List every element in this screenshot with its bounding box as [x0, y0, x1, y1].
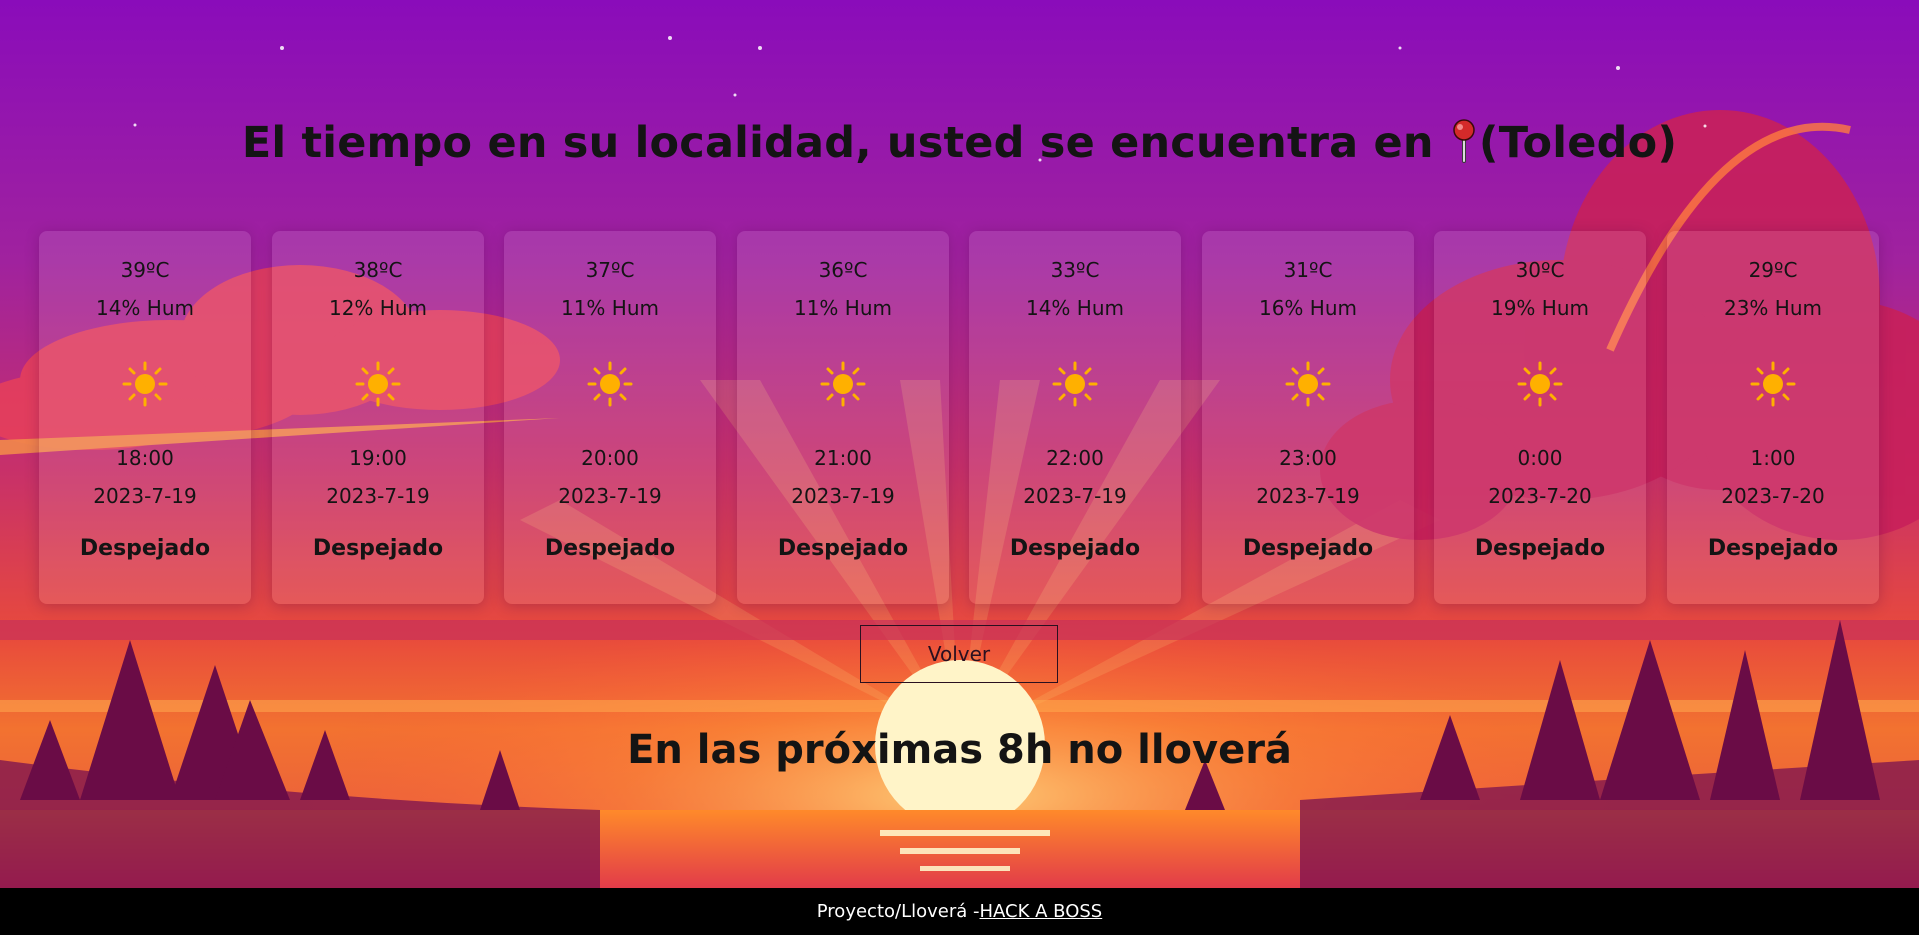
- sun-icon: [122, 361, 168, 407]
- humidity: 11% Hum: [793, 296, 892, 320]
- sun-icon: [1517, 361, 1563, 407]
- humidity: 16% Hum: [1258, 296, 1357, 320]
- rain-forecast-message: En las próximas 8h no lloverá: [627, 727, 1292, 773]
- weather-condition: Despejado: [1009, 536, 1141, 561]
- sun-icon: [1285, 361, 1331, 407]
- footer: Proyecto/Lloverá -HACK A BOSS: [0, 888, 1919, 935]
- forecast-date: 2023-7-19: [791, 484, 895, 508]
- forecast-card: 37ºC 11% Hum 20:00 2023-7-19 Despejado: [504, 231, 716, 604]
- sun-icon: [820, 361, 866, 407]
- temperature: 31ºC: [1283, 258, 1333, 282]
- title-text: El tiempo en su localidad, usted se encu…: [241, 118, 1434, 168]
- forecast-date: 2023-7-19: [1256, 484, 1360, 508]
- temperature: 30ºC: [1515, 258, 1565, 282]
- temperature: 39ºC: [120, 258, 170, 282]
- page-title: El tiempo en su localidad, usted se encu…: [0, 118, 1919, 168]
- forecast-card: 30ºC 19% Hum 0:00 2023-7-20 Despejado: [1434, 231, 1646, 604]
- forecast-date: 2023-7-20: [1488, 484, 1592, 508]
- forecast-time: 21:00: [814, 446, 872, 470]
- forecast-time: 0:00: [1517, 446, 1563, 470]
- humidity: 12% Hum: [328, 296, 427, 320]
- forecast-card: 31ºC 16% Hum 23:00 2023-7-19 Despejado: [1202, 231, 1414, 604]
- weather-condition: Despejado: [1242, 536, 1374, 561]
- weather-condition: Despejado: [312, 536, 444, 561]
- footer-text: Proyecto/Lloverá -: [816, 901, 980, 922]
- forecast-card: 36ºC 11% Hum 21:00 2023-7-19 Despejado: [737, 231, 949, 604]
- temperature: 37ºC: [585, 258, 635, 282]
- weather-condition: Despejado: [544, 536, 676, 561]
- sun-icon: [587, 361, 633, 407]
- forecast-card: 38ºC 12% Hum 19:00 2023-7-19 Despejado: [272, 231, 484, 604]
- forecast-date: 2023-7-19: [558, 484, 662, 508]
- temperature: 33ºC: [1050, 258, 1100, 282]
- humidity: 14% Hum: [95, 296, 194, 320]
- humidity: 14% Hum: [1025, 296, 1124, 320]
- location-label: (Toledo): [1478, 118, 1678, 168]
- forecast-list: 39ºC 14% Hum 18:00 2023-7-19 Despejado 3…: [39, 231, 1879, 604]
- forecast-date: 2023-7-19: [1023, 484, 1127, 508]
- humidity: 19% Hum: [1490, 296, 1589, 320]
- sun-icon: [1052, 361, 1098, 407]
- forecast-card: 39ºC 14% Hum 18:00 2023-7-19 Despejado: [39, 231, 251, 604]
- weather-condition: Despejado: [777, 536, 909, 561]
- forecast-card: 33ºC 14% Hum 22:00 2023-7-19 Despejado: [969, 231, 1181, 604]
- humidity: 23% Hum: [1723, 296, 1822, 320]
- back-button[interactable]: Volver: [860, 625, 1058, 683]
- forecast-time: 22:00: [1046, 446, 1104, 470]
- temperature: 38ºC: [353, 258, 403, 282]
- hack-a-boss-link[interactable]: HACK A BOSS: [980, 901, 1103, 922]
- temperature: 29ºC: [1748, 258, 1798, 282]
- forecast-date: 2023-7-19: [93, 484, 197, 508]
- forecast-date: 2023-7-19: [326, 484, 430, 508]
- round-pushpin-icon: [1449, 119, 1479, 163]
- weather-condition: Despejado: [79, 536, 211, 561]
- forecast-time: 20:00: [581, 446, 639, 470]
- temperature: 36ºC: [818, 258, 868, 282]
- forecast-time: 1:00: [1750, 446, 1796, 470]
- forecast-date: 2023-7-20: [1721, 484, 1825, 508]
- sun-icon: [1750, 361, 1796, 407]
- sun-icon: [355, 361, 401, 407]
- weather-condition: Despejado: [1707, 536, 1839, 561]
- humidity: 11% Hum: [560, 296, 659, 320]
- forecast-time: 23:00: [1279, 446, 1337, 470]
- weather-condition: Despejado: [1474, 536, 1606, 561]
- forecast-time: 19:00: [349, 446, 407, 470]
- forecast-card: 29ºC 23% Hum 1:00 2023-7-20 Despejado: [1667, 231, 1879, 604]
- forecast-time: 18:00: [116, 446, 174, 470]
